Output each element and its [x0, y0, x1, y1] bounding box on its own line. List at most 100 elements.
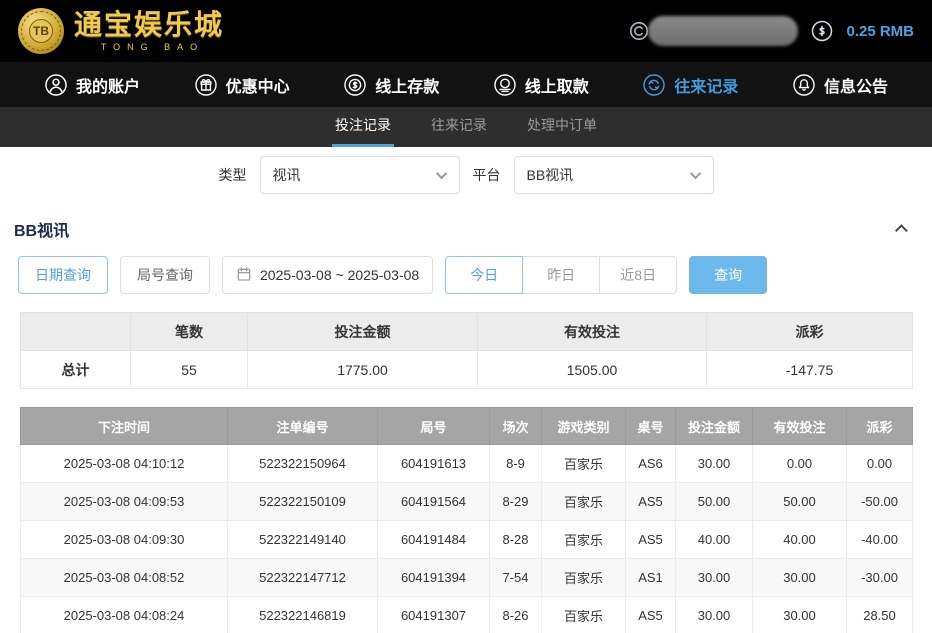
cell-valid-bet: 30.00	[753, 597, 847, 633]
platform-label: 平台	[473, 165, 501, 185]
records-table: 下注时间 注单编号 局号 场次 游戏类别 桌号 投注金额 有效投注 派彩 202…	[20, 407, 913, 633]
logo-title: 通宝娱乐城	[74, 10, 224, 39]
records-cycle-icon	[642, 73, 666, 97]
today-button[interactable]: 今日	[445, 256, 523, 294]
cell-game-type: 百家乐	[542, 559, 626, 597]
round-query-button[interactable]: 局号查询	[120, 256, 210, 294]
logo: TB 通宝娱乐城 TONG BAO	[18, 8, 224, 54]
main-nav: 我的账户 优惠中心 线上存款	[0, 62, 932, 107]
cell-bet-amount-link[interactable]: 30.00	[676, 597, 753, 633]
total-count: 55	[131, 351, 248, 389]
collapse-button[interactable]	[895, 216, 912, 242]
cell-order-id: 522322150109	[228, 483, 378, 521]
cell-bet-amount-link[interactable]: 30.00	[676, 559, 753, 597]
cell-table-no: AS5	[626, 483, 676, 521]
nav-item-my-account[interactable]: 我的账户	[44, 73, 140, 97]
cell-payout: 0.00	[847, 445, 913, 483]
tab-bet-records[interactable]: 投注记录	[332, 107, 394, 147]
cell-bet-time: 2025-03-08 04:09:30	[21, 521, 228, 559]
cell-round-id: 604191564	[378, 483, 490, 521]
query-bar: 日期查询 局号查询 2025-03-08 ~ 2025-03-08 今日 昨日 …	[0, 250, 932, 310]
col-valid-bet: 有效投注	[478, 313, 707, 351]
cell-game-type: 百家乐	[542, 597, 626, 633]
cell-round-id: 604191394	[378, 559, 490, 597]
cell-order-id: 522322150964	[228, 445, 378, 483]
nav-item-deposit[interactable]: 线上存款	[343, 73, 439, 97]
coin-icon	[628, 20, 650, 42]
table-row: 2025-03-08 04:08:52 522322147712 6041913…	[21, 559, 913, 597]
total-payout: -147.75	[707, 351, 913, 389]
cell-bet-amount-link[interactable]: 50.00	[676, 483, 753, 521]
logo-coin-icon: TB	[18, 8, 64, 54]
cell-session: 8-29	[490, 483, 542, 521]
cell-valid-bet: 50.00	[753, 483, 847, 521]
col-session: 场次	[490, 408, 542, 445]
dollar-icon	[810, 19, 834, 43]
tab-pending-orders[interactable]: 处理中订单	[524, 107, 600, 147]
bell-icon	[792, 73, 816, 97]
table-row: 2025-03-08 04:08:24 522322146819 6041913…	[21, 597, 913, 633]
summary-header-row: 笔数 投注金额 有效投注 派彩	[21, 313, 913, 351]
type-select[interactable]: 视讯	[260, 156, 460, 194]
nav-item-announcements[interactable]: 信息公告	[792, 73, 888, 97]
col-round-id: 局号	[378, 408, 490, 445]
nav-item-label: 往来记录	[674, 73, 738, 97]
yesterday-button[interactable]: 昨日	[522, 256, 600, 294]
summary-table: 笔数 投注金额 有效投注 派彩 总计 55 1775.00 1505.00 -1…	[20, 312, 913, 389]
chevron-down-icon	[689, 168, 700, 179]
type-select-value: 视讯	[273, 165, 301, 185]
date-range-value: 2025-03-08 ~ 2025-03-08	[260, 267, 419, 283]
logo-subtitle: TONG BAO	[94, 42, 204, 52]
cell-table-no: AS5	[626, 597, 676, 633]
date-range-input[interactable]: 2025-03-08 ~ 2025-03-08	[222, 256, 433, 294]
cell-bet-amount-link[interactable]: 30.00	[676, 445, 753, 483]
nav-item-records[interactable]: 往来记录	[642, 73, 738, 97]
cell-valid-bet: 0.00	[753, 445, 847, 483]
type-label: 类型	[219, 165, 247, 185]
topbar-right: 0.25 RMB	[628, 16, 914, 46]
cell-payout: -40.00	[847, 521, 913, 559]
tab-transaction-records[interactable]: 往来记录	[428, 107, 490, 147]
sub-nav: 投注记录 往来记录 处理中订单	[0, 107, 932, 147]
col-table-no: 桌号	[626, 408, 676, 445]
records-header-row: 下注时间 注单编号 局号 场次 游戏类别 桌号 投注金额 有效投注 派彩	[21, 408, 913, 445]
table-row: 2025-03-08 04:10:12 522322150964 6041916…	[21, 445, 913, 483]
platform-select[interactable]: BB视讯	[514, 156, 714, 194]
withdraw-coin-icon	[493, 73, 517, 97]
col-blank	[21, 313, 131, 351]
logo-text: 通宝娱乐城 TONG BAO	[74, 10, 224, 51]
nav-item-label: 优惠中心	[226, 73, 290, 97]
date-query-button[interactable]: 日期查询	[18, 256, 108, 294]
col-game-type: 游戏类别	[542, 408, 626, 445]
cell-bet-time: 2025-03-08 04:08:52	[21, 559, 228, 597]
cell-session: 8-26	[490, 597, 542, 633]
cell-order-id: 522322149140	[228, 521, 378, 559]
cell-table-no: AS6	[626, 445, 676, 483]
user-icon	[44, 73, 68, 97]
last-8-days-button[interactable]: 近8日	[599, 256, 677, 294]
total-valid-bet: 1505.00	[478, 351, 707, 389]
search-button[interactable]: 查询	[689, 256, 767, 294]
nav-item-label: 线上取款	[525, 73, 589, 97]
cell-payout: -30.00	[847, 559, 913, 597]
nav-item-label: 线上存款	[375, 73, 439, 97]
cell-table-no: AS1	[626, 559, 676, 597]
section-head: BB视讯	[0, 204, 932, 250]
col-payout: 派彩	[847, 408, 913, 445]
total-label: 总计	[21, 351, 131, 389]
redacted-username	[648, 16, 798, 46]
cell-bet-amount-link[interactable]: 40.00	[676, 521, 753, 559]
col-count: 笔数	[131, 313, 248, 351]
cell-game-type: 百家乐	[542, 521, 626, 559]
filter-row: 类型 视讯 平台 BB视讯	[0, 147, 932, 204]
cell-payout: -50.00	[847, 483, 913, 521]
section-title: BB视讯	[14, 217, 69, 241]
nav-item-promotions[interactable]: 优惠中心	[194, 73, 290, 97]
cell-round-id: 604191613	[378, 445, 490, 483]
deposit-coin-icon	[343, 73, 367, 97]
nav-item-withdraw[interactable]: 线上取款	[493, 73, 589, 97]
cell-order-id: 522322147712	[228, 559, 378, 597]
summary-total-row: 总计 55 1775.00 1505.00 -147.75	[21, 351, 913, 389]
table-row: 2025-03-08 04:09:30 522322149140 6041914…	[21, 521, 913, 559]
col-order-id: 注单编号	[228, 408, 378, 445]
